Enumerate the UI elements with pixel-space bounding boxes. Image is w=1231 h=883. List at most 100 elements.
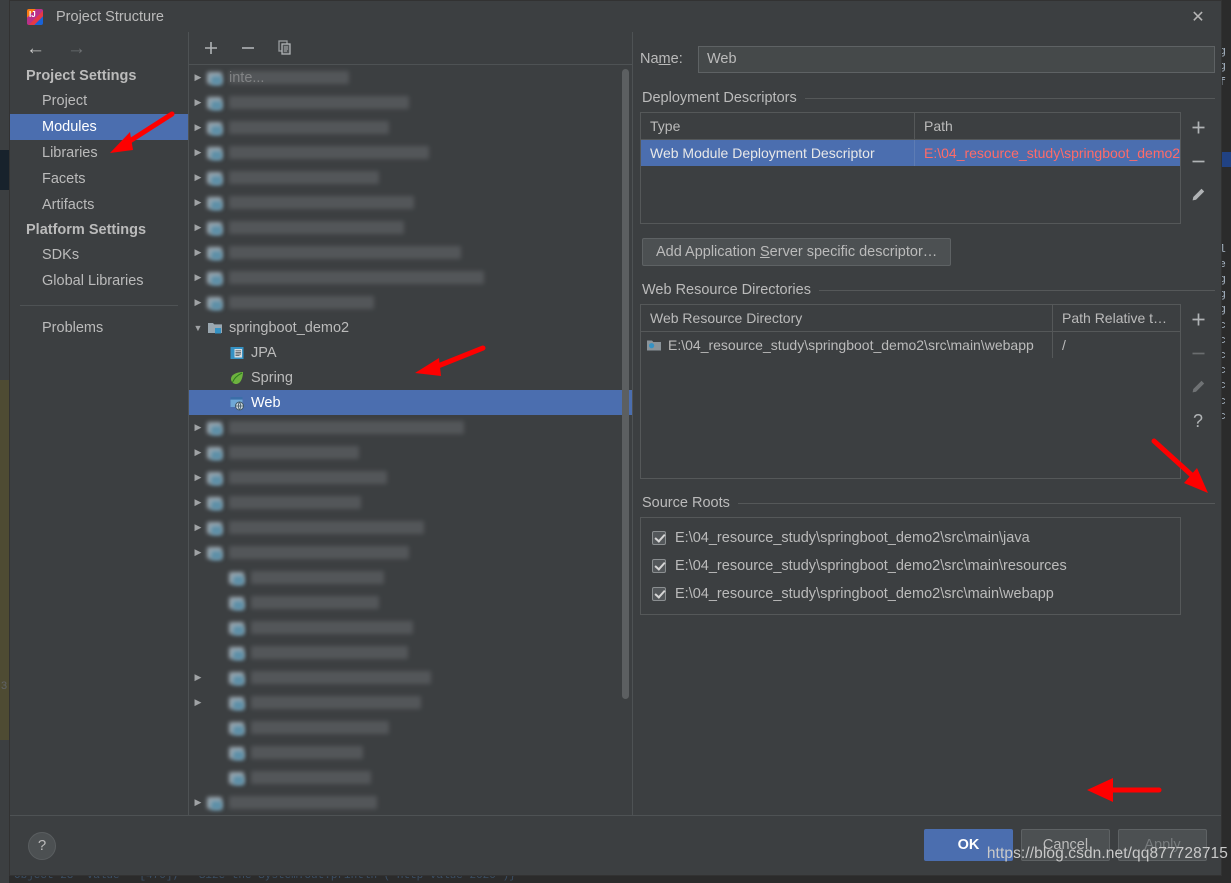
edit-web-resource-button[interactable] bbox=[1187, 376, 1209, 398]
tree-row[interactable]: ▶ bbox=[189, 540, 632, 565]
folder-icon bbox=[207, 220, 223, 236]
chevron-right-icon[interactable]: ▶ bbox=[189, 122, 207, 133]
close-icon[interactable]: ✕ bbox=[1175, 1, 1221, 32]
folder-icon bbox=[207, 170, 223, 186]
chevron-right-icon[interactable]: ▶ bbox=[189, 97, 207, 108]
tree-row[interactable]: ▶ bbox=[189, 665, 632, 690]
background-left-strip: 3 bbox=[0, 0, 9, 883]
chevron-right-icon[interactable]: ▶ bbox=[189, 272, 207, 283]
copy-module-button[interactable] bbox=[276, 39, 294, 57]
source-root-item[interactable]: E:\04_resource_study\springboot_demo2\sr… bbox=[641, 580, 1180, 608]
chevron-right-icon[interactable]: ▶ bbox=[189, 72, 207, 83]
sidebar-item-problems[interactable]: Problems bbox=[10, 315, 188, 341]
tree-row[interactable]: ▶ bbox=[189, 515, 632, 540]
deployment-table-header: Type Path bbox=[641, 113, 1180, 140]
web-resources-row-directory-text: E:\04_resource_study\springboot_demo2\sr… bbox=[668, 337, 1034, 353]
chevron-right-icon[interactable]: ▶ bbox=[189, 697, 207, 708]
tree-row-jpa[interactable]: JPA bbox=[189, 340, 632, 365]
tree-row[interactable]: ▶ bbox=[189, 240, 632, 265]
censored-label bbox=[251, 771, 371, 784]
folder-icon bbox=[207, 445, 223, 461]
folder-icon bbox=[229, 720, 245, 736]
chevron-right-icon[interactable]: ▶ bbox=[189, 172, 207, 183]
source-roots-list[interactable]: E:\04_resource_study\springboot_demo2\sr… bbox=[640, 517, 1181, 615]
chevron-right-icon[interactable]: ▶ bbox=[189, 422, 207, 433]
remove-web-resource-button[interactable] bbox=[1187, 342, 1209, 364]
tree-row[interactable]: ▶ bbox=[189, 690, 632, 715]
censored-label bbox=[229, 96, 409, 109]
chevron-right-icon[interactable]: ▶ bbox=[189, 522, 207, 533]
source-root-item[interactable]: E:\04_resource_study\springboot_demo2\sr… bbox=[641, 524, 1180, 552]
tree-row[interactable]: ▶ inte... bbox=[189, 65, 632, 90]
remove-module-button[interactable] bbox=[239, 39, 257, 57]
sidebar-item-modules[interactable]: Modules bbox=[10, 114, 188, 140]
help-button[interactable]: ? bbox=[28, 831, 56, 860]
tree-row[interactable] bbox=[189, 565, 632, 590]
chevron-right-icon[interactable]: ▶ bbox=[189, 447, 207, 458]
chevron-right-icon[interactable]: ▶ bbox=[189, 797, 207, 808]
tree-row[interactable]: ▶ bbox=[189, 115, 632, 140]
chevron-right-icon[interactable]: ▶ bbox=[189, 197, 207, 208]
tree-row[interactable] bbox=[189, 765, 632, 790]
forward-arrow-icon[interactable]: → bbox=[67, 39, 86, 58]
source-root-checkbox[interactable] bbox=[652, 559, 666, 573]
tree-row[interactable]: ▶ bbox=[189, 490, 632, 515]
sidebar-item-project[interactable]: Project bbox=[10, 88, 188, 114]
folder-icon bbox=[207, 495, 223, 511]
chevron-right-icon[interactable]: ▶ bbox=[189, 222, 207, 233]
sidebar-item-artifacts[interactable]: Artifacts bbox=[10, 192, 188, 218]
sidebar-item-facets[interactable]: Facets bbox=[10, 166, 188, 192]
add-web-resource-button[interactable] bbox=[1187, 308, 1209, 330]
module-tree-scrollbar[interactable] bbox=[622, 69, 629, 699]
tree-row[interactable]: ▶ bbox=[189, 165, 632, 190]
help-web-resource-button[interactable]: ? bbox=[1187, 410, 1209, 432]
sidebar-item-global-libraries[interactable]: Global Libraries bbox=[10, 268, 188, 294]
deployment-table-tools bbox=[1181, 112, 1215, 224]
edit-descriptor-button[interactable] bbox=[1187, 184, 1209, 206]
tree-row[interactable]: ▶ bbox=[189, 290, 632, 315]
tree-row[interactable] bbox=[189, 590, 632, 615]
tree-row[interactable]: ▶ bbox=[189, 790, 632, 815]
tree-row[interactable]: ▶ bbox=[189, 465, 632, 490]
chevron-right-icon[interactable]: ▶ bbox=[189, 247, 207, 258]
tree-row[interactable]: ▶ bbox=[189, 215, 632, 240]
sidebar-item-sdks[interactable]: SDKs bbox=[10, 242, 188, 268]
tree-row-web[interactable]: Web bbox=[189, 390, 632, 415]
chevron-right-icon[interactable]: ▶ bbox=[189, 547, 207, 558]
tree-row[interactable] bbox=[189, 715, 632, 740]
sidebar-item-libraries[interactable]: Libraries bbox=[10, 140, 188, 166]
chevron-down-icon[interactable]: ▼ bbox=[189, 323, 207, 333]
tree-row[interactable] bbox=[189, 615, 632, 640]
add-descriptor-button[interactable] bbox=[1187, 116, 1209, 138]
add-module-button[interactable] bbox=[202, 39, 220, 57]
chevron-right-icon[interactable]: ▶ bbox=[189, 672, 207, 683]
chevron-right-icon[interactable]: ▶ bbox=[189, 497, 207, 508]
tree-row[interactable] bbox=[189, 740, 632, 765]
tree-row[interactable]: ▶ bbox=[189, 190, 632, 215]
tree-row[interactable] bbox=[189, 640, 632, 665]
folder-icon bbox=[229, 770, 245, 786]
source-root-checkbox[interactable] bbox=[652, 531, 666, 545]
web-resources-table[interactable]: Web Resource Directory Path Relative t… bbox=[640, 304, 1181, 479]
folder-icon bbox=[207, 195, 223, 211]
tree-row-spring[interactable]: Spring bbox=[189, 365, 632, 390]
module-tree-scroll-area[interactable]: ▶ inte... ▶ ▶ ▶ ▶ ▶ ▶ ▶ ▶ ▶ ▼ springboot_demo2 JPA Spr… bbox=[189, 64, 632, 815]
tree-row[interactable]: ▶ bbox=[189, 265, 632, 290]
back-arrow-icon[interactable]: ← bbox=[26, 39, 45, 58]
chevron-right-icon[interactable]: ▶ bbox=[189, 147, 207, 158]
deployment-table-row[interactable]: Web Module Deployment Descriptor E:\04_r… bbox=[641, 140, 1180, 166]
chevron-right-icon[interactable]: ▶ bbox=[189, 297, 207, 308]
tree-row[interactable]: ▶ bbox=[189, 90, 632, 115]
module-name-input[interactable] bbox=[698, 45, 1215, 73]
deployment-descriptors-table[interactable]: Type Path Web Module Deployment Descript… bbox=[640, 112, 1181, 224]
tree-row[interactable]: ▶ bbox=[189, 140, 632, 165]
source-root-item[interactable]: E:\04_resource_study\springboot_demo2\sr… bbox=[641, 552, 1180, 580]
remove-descriptor-button[interactable] bbox=[1187, 150, 1209, 172]
add-application-server-descriptor-button[interactable]: Add Application Server specific descript… bbox=[642, 238, 952, 266]
tree-row[interactable]: ▶ bbox=[189, 440, 632, 465]
web-resources-table-row[interactable]: E:\04_resource_study\springboot_demo2\sr… bbox=[641, 332, 1180, 358]
tree-row[interactable]: ▶ bbox=[189, 415, 632, 440]
tree-row-springboot-demo2[interactable]: ▼ springboot_demo2 bbox=[189, 315, 632, 340]
chevron-right-icon[interactable]: ▶ bbox=[189, 472, 207, 483]
source-root-checkbox[interactable] bbox=[652, 587, 666, 601]
